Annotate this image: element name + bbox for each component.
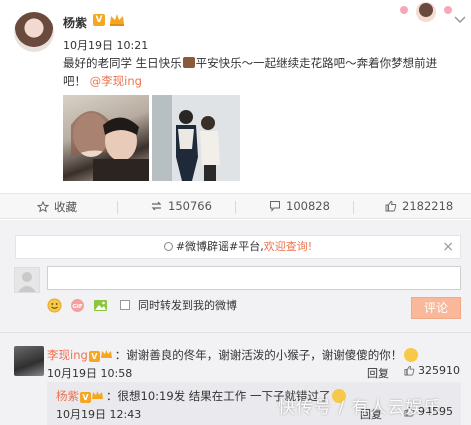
chevron-down-icon[interactable] [454, 16, 466, 24]
rumor-notice-banner: #微博辟谣#平台,欢迎查询! × [15, 235, 461, 259]
repost-button[interactable]: 150766 [150, 199, 212, 213]
commenter-avatar[interactable] [14, 346, 44, 376]
post-datetime[interactable]: 10月19日 10:21 [63, 37, 148, 53]
repost-count: 150766 [168, 199, 212, 213]
post-text-part1: 最好的老同学 生日快乐 [63, 56, 182, 70]
vip-crown-icon [92, 391, 103, 399]
replier-name[interactable]: 杨紫 [56, 389, 79, 403]
action-divider [353, 201, 354, 214]
author-avatar[interactable] [14, 12, 54, 52]
comment-time: 10月19日 10:58 [47, 367, 133, 380]
comment-tools: GIF 同时转发到我的微博 [47, 297, 237, 313]
mention-link[interactable]: @李现ing [90, 74, 142, 88]
image-icon[interactable] [93, 298, 108, 313]
watermark: 快传号 / 有人云娱乐 [278, 398, 442, 418]
notice-text[interactable]: #微博辟谣#平台, [176, 240, 264, 253]
decoration-sticker-icon [400, 2, 452, 22]
svg-text:GIF: GIF [72, 304, 83, 310]
vip-crown-icon [100, 350, 112, 358]
action-divider [235, 201, 236, 214]
comment-button[interactable]: 100828 [269, 199, 330, 213]
comment-input[interactable] [47, 266, 461, 290]
forward-label: 同时转发到我的微博 [138, 299, 237, 312]
divider [0, 332, 471, 333]
post-photo-1[interactable] [63, 95, 149, 181]
comment-like-count: 325910 [418, 364, 460, 377]
comment-like-button[interactable]: 325910 [404, 364, 460, 377]
post-photo-2[interactable] [152, 95, 240, 181]
my-avatar [14, 267, 40, 293]
star-icon [37, 201, 49, 213]
action-divider [117, 201, 118, 214]
verified-badge-icon: V [93, 14, 105, 26]
submit-comment-button[interactable]: 评论 [411, 297, 461, 319]
post-action-bar: 收藏 150766 100828 2182218 [0, 193, 471, 219]
weibo-post: 杨紫 V 10月19日 10:21 最好的老同学 生日快乐 平安快乐～一起继续走花… [0, 0, 471, 190]
repost-icon [151, 201, 162, 211]
vip-crown-icon [110, 14, 124, 26]
like-button[interactable]: 2182218 [385, 199, 453, 213]
verified-badge-icon: V [80, 392, 91, 403]
close-icon[interactable]: × [442, 239, 454, 255]
comment-text: ：谢谢善良的佟年，谢谢活泼的小猴子，谢谢傻傻的你！ [114, 348, 403, 362]
thumbs-up-icon [404, 365, 415, 376]
comment-count: 100828 [286, 199, 330, 213]
gif-icon[interactable]: GIF [70, 298, 85, 313]
verified-badge-icon: V [88, 351, 100, 362]
notice-icon [163, 242, 173, 251]
author-name[interactable]: 杨紫 [63, 14, 87, 31]
emoji-icon [404, 348, 419, 362]
emoji-icon[interactable] [47, 298, 62, 313]
reply-time: 10月19日 12:43 [56, 408, 142, 421]
gift-icon [182, 57, 195, 68]
comment-icon [270, 201, 280, 212]
commenter-name[interactable]: 李现ing [47, 348, 88, 362]
favorite-button[interactable]: 收藏 [37, 199, 77, 215]
favorite-label: 收藏 [54, 200, 77, 214]
comment-content: 李现ing V ：谢谢善良的佟年，谢谢活泼的小猴子，谢谢傻傻的你！ [47, 347, 419, 363]
thumbs-up-icon [385, 200, 397, 212]
forward-checkbox[interactable] [120, 300, 130, 310]
post-text: 最好的老同学 生日快乐 平安快乐～一起继续走花路吧～奔着你梦想前进吧！ @李现in… [63, 54, 458, 90]
notice-link[interactable]: 欢迎查询! [264, 240, 312, 253]
comment-reply-button[interactable]: 回复 [367, 365, 389, 381]
like-count: 2182218 [402, 199, 454, 213]
